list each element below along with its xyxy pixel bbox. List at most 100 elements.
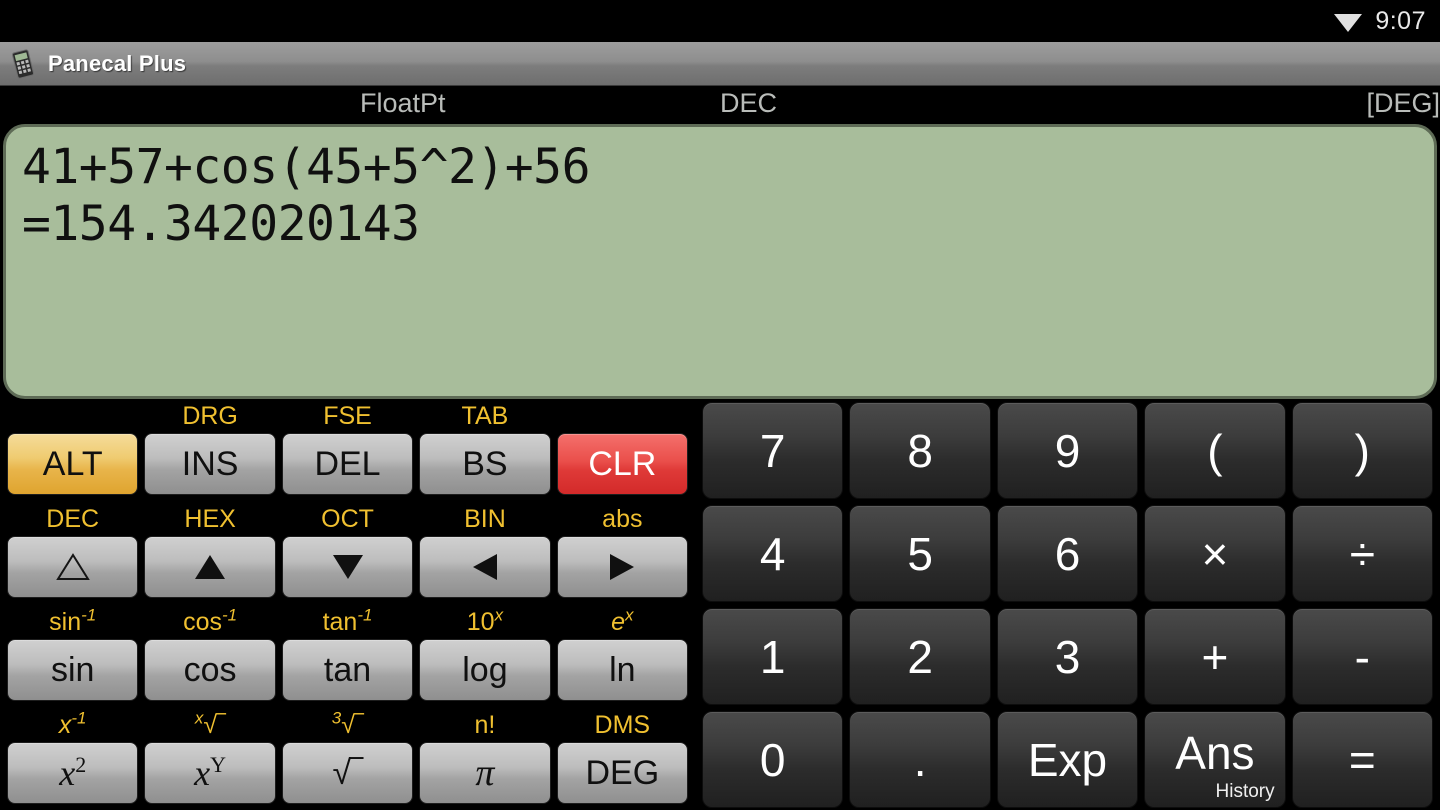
display-wrapper: 41+57+cos(45+5^2)+56 =154.342020143: [0, 124, 1440, 399]
alt-label-x-root: x√‾: [194, 708, 226, 739]
key-cos[interactable]: cos: [144, 639, 276, 701]
app-title: Panecal Plus: [48, 50, 187, 76]
key-([interactable]: (: [1144, 402, 1286, 499]
alt-label-10x: 10x: [466, 605, 504, 636]
function-keypad: ALT DRG INS FSE DEL TAB BS CLR DEC HEX OCT BIN abs si…: [0, 399, 695, 810]
function-key-cell: DRG INS: [141, 399, 278, 502]
function-key-cell: CLR: [554, 399, 691, 502]
numeric-key-cell: 2: [846, 605, 993, 708]
function-key-cell: n! π: [416, 708, 553, 810]
key-DEL[interactable]: DEL: [281, 433, 414, 495]
key-label: +: [1201, 630, 1229, 683]
alt-label-cos-1: cos-1: [183, 605, 238, 636]
key-label: 2: [907, 630, 933, 683]
key-8[interactable]: 8: [849, 402, 991, 499]
key-label: 1: [759, 630, 786, 683]
key-label: ×: [1201, 527, 1229, 580]
key-triangle-up-icon[interactable]: [144, 536, 276, 598]
key-.[interactable]: .: [849, 711, 991, 808]
key-Ans[interactable]: Ans History: [1144, 711, 1286, 808]
key-9[interactable]: 9: [996, 402, 1139, 499]
wifi-icon: [1334, 14, 1363, 32]
numeric-key-cell: ): [1289, 399, 1436, 502]
key-label: 9: [1054, 424, 1081, 477]
mode-indicator-bar: FloatPt DEC [DEG]: [0, 86, 1440, 124]
key-label: 3: [1054, 630, 1081, 683]
key-ln[interactable]: ln: [556, 639, 689, 701]
key-label: 8: [907, 424, 933, 477]
key-sin[interactable]: sin: [7, 639, 139, 701]
key-DEG[interactable]: DEG: [556, 742, 689, 804]
key-Exp[interactable]: Exp: [996, 711, 1139, 808]
alt-label-n!: n!: [474, 711, 496, 739]
key-label: ÷: [1349, 527, 1375, 580]
key-CLR[interactable]: CLR: [556, 433, 689, 495]
function-key-row: ALT DRG INS FSE DEL TAB BS CLR: [4, 399, 691, 502]
key-triangle-down-icon[interactable]: [281, 536, 414, 598]
function-key-row: x-1 x2 x√‾ xY 3√‾ √‾ n! π DMS DEG: [4, 708, 691, 810]
key-log[interactable]: log: [419, 639, 551, 701]
key-÷[interactable]: ÷: [1291, 505, 1434, 602]
function-key-row: sin-1 sin cos-1 cos tan-1 tan 10x log ex ln: [4, 605, 691, 708]
key-BS[interactable]: BS: [419, 433, 551, 495]
function-key-cell: tan-1 tan: [279, 605, 416, 708]
key-5[interactable]: 5: [849, 505, 991, 602]
numeric-keypad: 7 8 9 () 4 5 6 × ÷ 1 2 3 + - 0. Exp Ans History =: [695, 399, 1440, 810]
numeric-key-cell: 9: [994, 399, 1141, 502]
numeric-key-cell: =: [1289, 708, 1436, 810]
key-2[interactable]: 2: [849, 608, 991, 705]
key-xY[interactable]: xY: [144, 742, 276, 804]
key-3[interactable]: 3: [996, 608, 1139, 705]
key-+[interactable]: +: [1144, 608, 1286, 705]
display-expression: 41+57+cos(45+5^2)+56: [22, 139, 590, 195]
key-INS[interactable]: INS: [144, 433, 276, 495]
alt-label-DEC: DEC: [46, 505, 100, 533]
key-7[interactable]: 7: [702, 402, 844, 499]
key-label: .: [913, 733, 927, 786]
numeric-key-cell: +: [1141, 605, 1288, 708]
status-time: 9:07: [1375, 6, 1426, 35]
numeric-key-cell: 4: [699, 502, 846, 605]
alt-label-abs: abs: [602, 505, 643, 533]
alt-label-x-1: x-1: [58, 708, 87, 739]
key--[interactable]: -: [1291, 608, 1434, 705]
numeric-key-row: 1 2 3 + -: [699, 605, 1436, 708]
calculator-display[interactable]: 41+57+cos(45+5^2)+56 =154.342020143: [3, 124, 1437, 399]
key-6[interactable]: 6: [996, 505, 1139, 602]
key-0[interactable]: 0: [702, 711, 844, 808]
function-key-cell: 10x log: [416, 605, 553, 708]
keypads: ALT DRG INS FSE DEL TAB BS CLR DEC HEX OCT BIN abs si…: [0, 399, 1440, 810]
alt-label-HEX: HEX: [184, 505, 236, 533]
key-triangle-left-icon[interactable]: [419, 536, 551, 598]
function-key-cell: x√‾ xY: [141, 708, 278, 810]
alt-label-empty: [7, 399, 138, 433]
key-)[interactable]: ): [1291, 402, 1434, 499]
alt-label-FSE: FSE: [323, 402, 372, 430]
key-tan[interactable]: tan: [281, 639, 414, 701]
key-sublabel-history: History: [1215, 781, 1275, 802]
calculator-app: 9:07 Panecal Plus FloatPt DEC [DEG] 41+5…: [0, 0, 1440, 810]
key-triangle-outline-up-icon[interactable]: [7, 536, 139, 598]
key-x2[interactable]: x2: [7, 742, 139, 804]
title-bar: Panecal Plus: [0, 42, 1440, 86]
key-ALT[interactable]: ALT: [7, 433, 139, 495]
key-pi[interactable]: π: [419, 742, 551, 804]
numeric-key-cell: (: [1141, 399, 1288, 502]
status-bar: 9:07: [0, 0, 1440, 42]
function-key-cell: cos-1 cos: [141, 605, 278, 708]
key-=[interactable]: =: [1291, 711, 1434, 808]
numeric-key-cell: .: [846, 708, 993, 810]
numeric-key-cell: 7: [699, 399, 846, 502]
function-key-cell: TAB BS: [416, 399, 553, 502]
key-1[interactable]: 1: [702, 608, 844, 705]
radix-mode-indicator: DEC: [720, 88, 778, 118]
key-4[interactable]: 4: [702, 505, 844, 602]
key-triangle-right-icon[interactable]: [556, 536, 689, 598]
function-key-cell: HEX: [141, 502, 278, 605]
numeric-key-cell: Exp: [994, 708, 1141, 810]
alt-label-ex: ex: [611, 605, 634, 636]
key-×[interactable]: ×: [1144, 505, 1286, 602]
key-label: 5: [907, 527, 933, 580]
key-sqrt[interactable]: √‾: [281, 742, 414, 804]
angle-mode-indicator: [DEG]: [1366, 88, 1440, 118]
